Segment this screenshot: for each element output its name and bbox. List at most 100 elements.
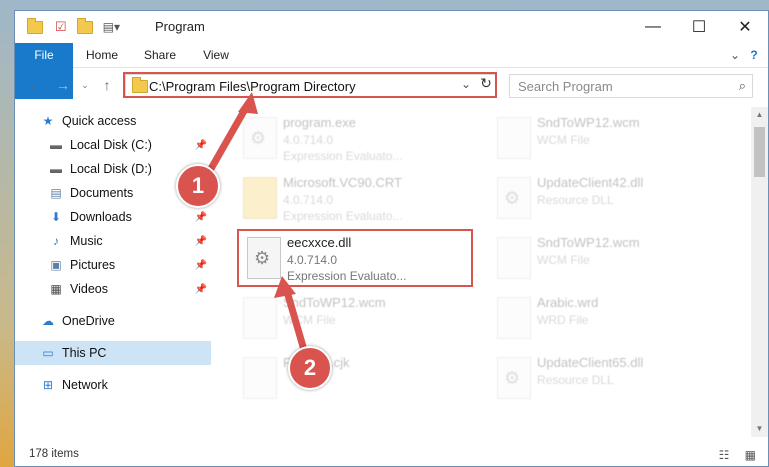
quick-access-toolbar: ☑ ▤▾ xyxy=(27,17,120,36)
sidebar-item-label: Network xyxy=(62,378,108,392)
tab-share[interactable]: Share xyxy=(133,43,187,67)
properties-check-icon[interactable]: ☑ xyxy=(55,19,67,35)
pin-icon: 📌 xyxy=(194,211,207,223)
file-type: WRD File xyxy=(537,313,589,327)
drive-icon: ▬ xyxy=(50,162,62,176)
file-name: UpdateClient65.dll xyxy=(537,355,644,370)
sidebar-item-label: Downloads xyxy=(70,210,132,224)
cloud-icon: ☁ xyxy=(42,314,54,328)
sidebar-item-music[interactable]: ♪ Music 📌 xyxy=(15,229,211,253)
scroll-down-icon[interactable]: ▼ xyxy=(751,421,768,437)
callout-2: 2 xyxy=(288,346,332,390)
file-icon xyxy=(243,297,277,339)
music-icon: ♪ xyxy=(53,234,59,248)
pin-icon: 📌 xyxy=(194,139,207,151)
pc-icon: ▭ xyxy=(42,346,54,360)
file-item[interactable]: Fontstat.cjk xyxy=(235,351,465,407)
download-icon: ⬇ xyxy=(50,210,62,224)
item-count: 178 items xyxy=(29,448,79,460)
file-name: program.exe xyxy=(283,115,356,130)
maximize-button[interactable]: ☐ xyxy=(676,11,722,43)
file-type: Resource DLL xyxy=(537,373,614,387)
file-item[interactable]: SndToWP12.wcm WCM File xyxy=(489,231,719,287)
file-item[interactable]: program.exe 4.0.714.0 Expression Evaluat… xyxy=(235,111,465,167)
sidebar-item-label: This PC xyxy=(62,346,107,360)
sidebar-item-label: Videos xyxy=(70,282,108,296)
scrollbar-thumb[interactable] xyxy=(754,127,765,177)
file-item[interactable]: SndToWP12.wcm WCM File xyxy=(489,111,719,167)
toolbar-customize-icon[interactable]: ▤▾ xyxy=(103,20,120,34)
exe-file-icon xyxy=(243,117,277,159)
file-item[interactable]: Arabic.wrd WRD File xyxy=(489,291,719,347)
sidebar-item-label: Pictures xyxy=(70,258,116,272)
sidebar-item-label: Local Disk (C:) xyxy=(70,138,152,152)
vertical-scrollbar[interactable]: ▲ ▼ xyxy=(751,107,768,437)
file-name: SndToWP12.wcm xyxy=(537,115,640,130)
file-type: WCM File xyxy=(283,313,336,327)
search-placeholder: Search Program xyxy=(518,79,613,94)
navigation-pane: ★ Quick access ▬ Local Disk (C:) 📌 ▬ Loc… xyxy=(15,107,211,437)
star-icon: ★ xyxy=(42,114,54,128)
forward-button[interactable]: → xyxy=(53,75,73,95)
dll-file-icon xyxy=(497,177,531,219)
search-input[interactable]: Search Program ⌕ xyxy=(509,74,753,98)
close-button[interactable]: ✕ xyxy=(722,11,768,43)
address-highlight-box xyxy=(123,72,497,98)
file-description: Expression Evaluato... xyxy=(283,209,403,223)
search-icon[interactable]: ⌕ xyxy=(739,78,746,94)
file-name: SndToWP12.wcm xyxy=(537,235,640,250)
file-item[interactable]: UpdateClient65.dll Resource DLL xyxy=(489,351,719,407)
recent-locations-icon[interactable]: ⌄ xyxy=(75,75,95,95)
tab-home[interactable]: Home xyxy=(75,43,129,67)
pictures-icon: ▣ xyxy=(50,258,62,272)
help-icon[interactable]: ? xyxy=(746,43,762,67)
sidebar-item-label: OneDrive xyxy=(62,314,115,328)
navigation-bar: ← → ⌄ ↑ C:\Program Files\Program Directo… xyxy=(15,69,768,101)
folder-icon[interactable] xyxy=(27,17,43,34)
file-type: WCM File xyxy=(537,253,590,267)
tab-view[interactable]: View xyxy=(191,43,241,67)
minimize-button[interactable]: — xyxy=(630,11,676,43)
file-icon xyxy=(243,357,277,399)
status-bar: 178 items ☷ ▦ xyxy=(15,444,768,466)
file-highlight-box xyxy=(237,229,473,287)
sidebar-item-pictures[interactable]: ▣ Pictures 📌 xyxy=(15,253,211,277)
sidebar-item-label: Local Disk (D:) xyxy=(70,162,152,176)
sidebar-item-network[interactable]: ⊞ Network xyxy=(15,373,211,397)
callout-1: 1 xyxy=(176,164,220,208)
window-title: Program xyxy=(155,19,205,34)
sidebar-item-label: Documents xyxy=(70,186,134,200)
pin-icon: 📌 xyxy=(194,283,207,295)
sidebar-item-this-pc[interactable]: ▭ This PC xyxy=(15,341,211,365)
file-item[interactable]: Microsoft.VC90.CRT 4.0.714.0 Expression … xyxy=(235,171,465,227)
up-button[interactable]: ↑ xyxy=(97,75,117,95)
file-version: 4.0.714.0 xyxy=(283,133,334,147)
documents-icon: ▤ xyxy=(50,186,62,200)
sidebar-item-downloads[interactable]: ⬇ Downloads 📌 xyxy=(15,205,211,229)
sidebar-item-label: Music xyxy=(70,234,103,248)
view-toggle-icons[interactable]: ☷ ▦ xyxy=(719,448,762,462)
ribbon-tabs: File Home Share View ⌄ ? xyxy=(15,43,768,99)
pin-icon: 📌 xyxy=(194,259,207,271)
file-icon xyxy=(497,237,531,279)
sidebar-item-local-disk-c[interactable]: ▬ Local Disk (C:) 📌 xyxy=(15,133,211,157)
pin-icon: 📌 xyxy=(194,235,207,247)
file-name: Microsoft.VC90.CRT xyxy=(283,175,402,190)
expand-ribbon-icon[interactable]: ⌄ xyxy=(728,43,742,67)
file-type: Resource DLL xyxy=(537,193,614,207)
sidebar-item-onedrive[interactable]: ☁ OneDrive xyxy=(15,309,211,333)
network-icon: ⊞ xyxy=(42,378,54,392)
back-button[interactable]: ← xyxy=(25,75,45,95)
file-description: Expression Evaluato... xyxy=(283,149,403,163)
sidebar-item-videos[interactable]: ▦ Videos 📌 xyxy=(15,277,211,301)
videos-icon: ▦ xyxy=(50,282,62,296)
file-name: UpdateClient42.dll xyxy=(537,175,644,190)
file-item[interactable]: SndToWP12.wcm WCM File xyxy=(235,291,465,347)
sidebar-item-quick-access[interactable]: ★ Quick access xyxy=(15,109,211,133)
file-version: 4.0.714.0 xyxy=(283,193,334,207)
file-item[interactable]: UpdateClient42.dll Resource DLL xyxy=(489,171,719,227)
new-folder-icon[interactable] xyxy=(76,17,93,34)
file-icon xyxy=(497,117,531,159)
dll-file-icon xyxy=(497,357,531,399)
scroll-up-icon[interactable]: ▲ xyxy=(751,107,768,123)
